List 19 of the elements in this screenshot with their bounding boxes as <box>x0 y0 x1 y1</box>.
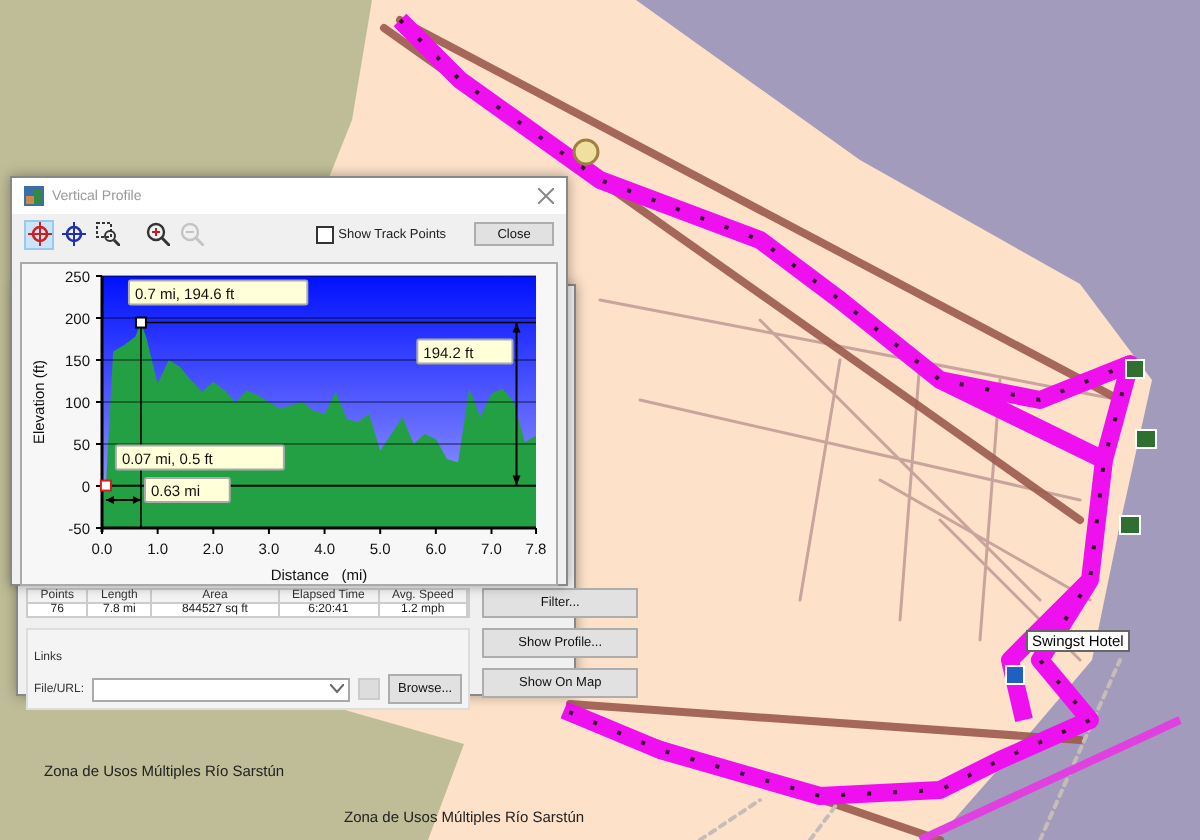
zoom-in-icon <box>145 222 169 246</box>
tool-button[interactable] <box>92 219 122 249</box>
caret-icon <box>330 684 345 694</box>
tool-button[interactable] <box>142 219 172 249</box>
poi-icon <box>572 138 600 166</box>
close-icon[interactable] <box>538 188 554 204</box>
tool-button[interactable] <box>58 219 88 249</box>
file-url-field[interactable] <box>92 677 351 701</box>
app-icon <box>24 186 44 206</box>
poi-icon <box>1005 665 1025 685</box>
tool-button[interactable] <box>24 219 54 249</box>
zoom-area-icon <box>95 222 119 246</box>
poi-icon <box>1119 515 1141 535</box>
point-marker <box>99 479 112 492</box>
poi-icon <box>1135 429 1157 449</box>
poi-icon <box>1125 359 1145 379</box>
zoom-out-icon <box>179 222 203 246</box>
crosshair-icon <box>27 222 51 246</box>
crosshair-icon <box>61 222 85 246</box>
